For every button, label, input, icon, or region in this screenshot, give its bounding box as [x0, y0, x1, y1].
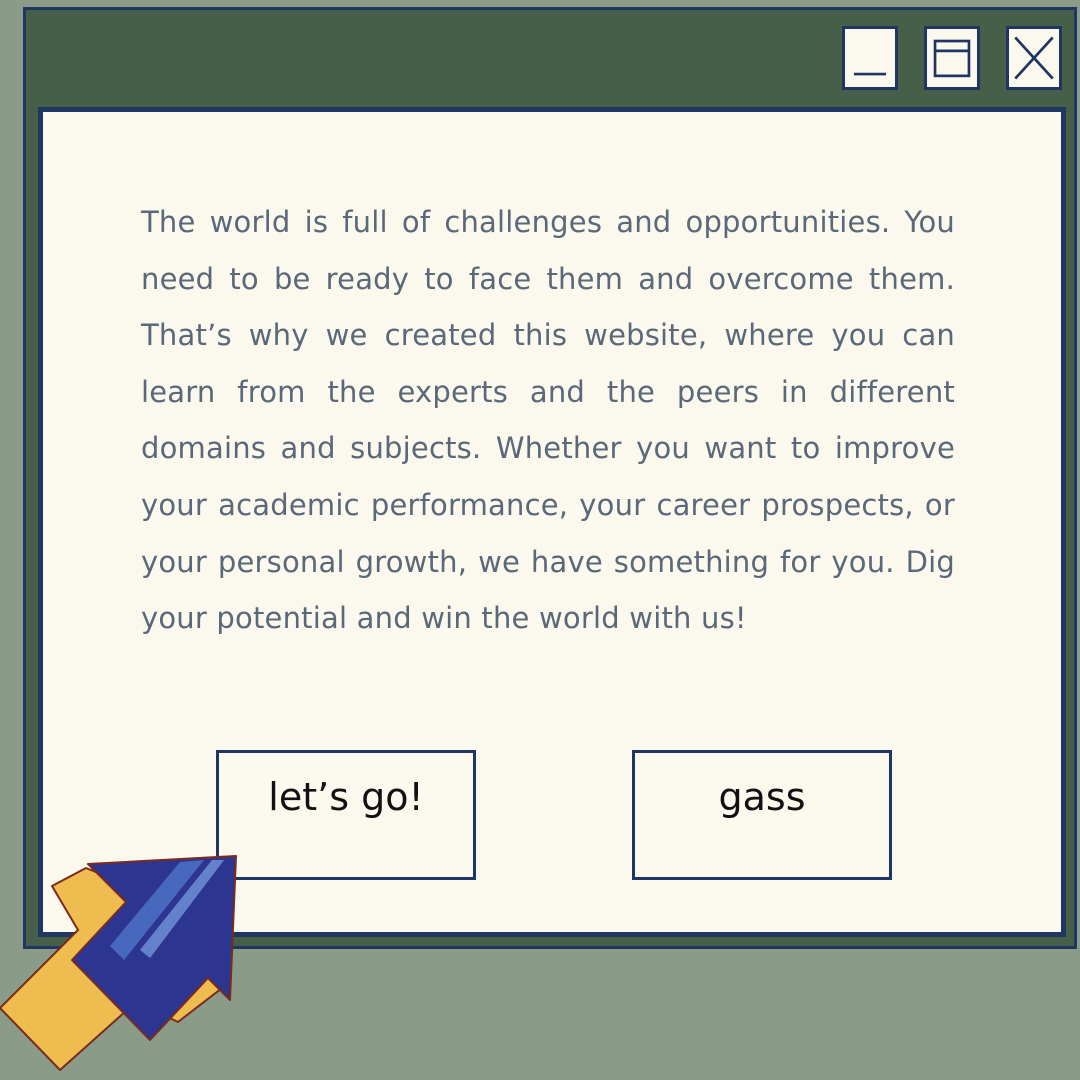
lets-go-button[interactable]: let’s go! [216, 750, 476, 880]
content-panel: The world is full of challenges and oppo… [38, 107, 1066, 937]
dialog-window: The world is full of challenges and oppo… [23, 7, 1077, 949]
desktop: The world is full of challenges and oppo… [0, 0, 1080, 1080]
close-icon [1014, 36, 1054, 80]
gass-label: gass [718, 775, 806, 819]
intro-paragraph: The world is full of challenges and oppo… [141, 205, 955, 636]
close-button[interactable] [1006, 26, 1062, 90]
maximize-button[interactable] [924, 26, 980, 90]
arrow-cursor-icon [0, 855, 237, 1071]
gass-button[interactable]: gass [632, 750, 892, 880]
maximize-icon [933, 39, 971, 78]
lets-go-label: let’s go! [268, 775, 424, 819]
minimize-button[interactable] [842, 26, 898, 90]
minimize-icon [853, 72, 887, 76]
